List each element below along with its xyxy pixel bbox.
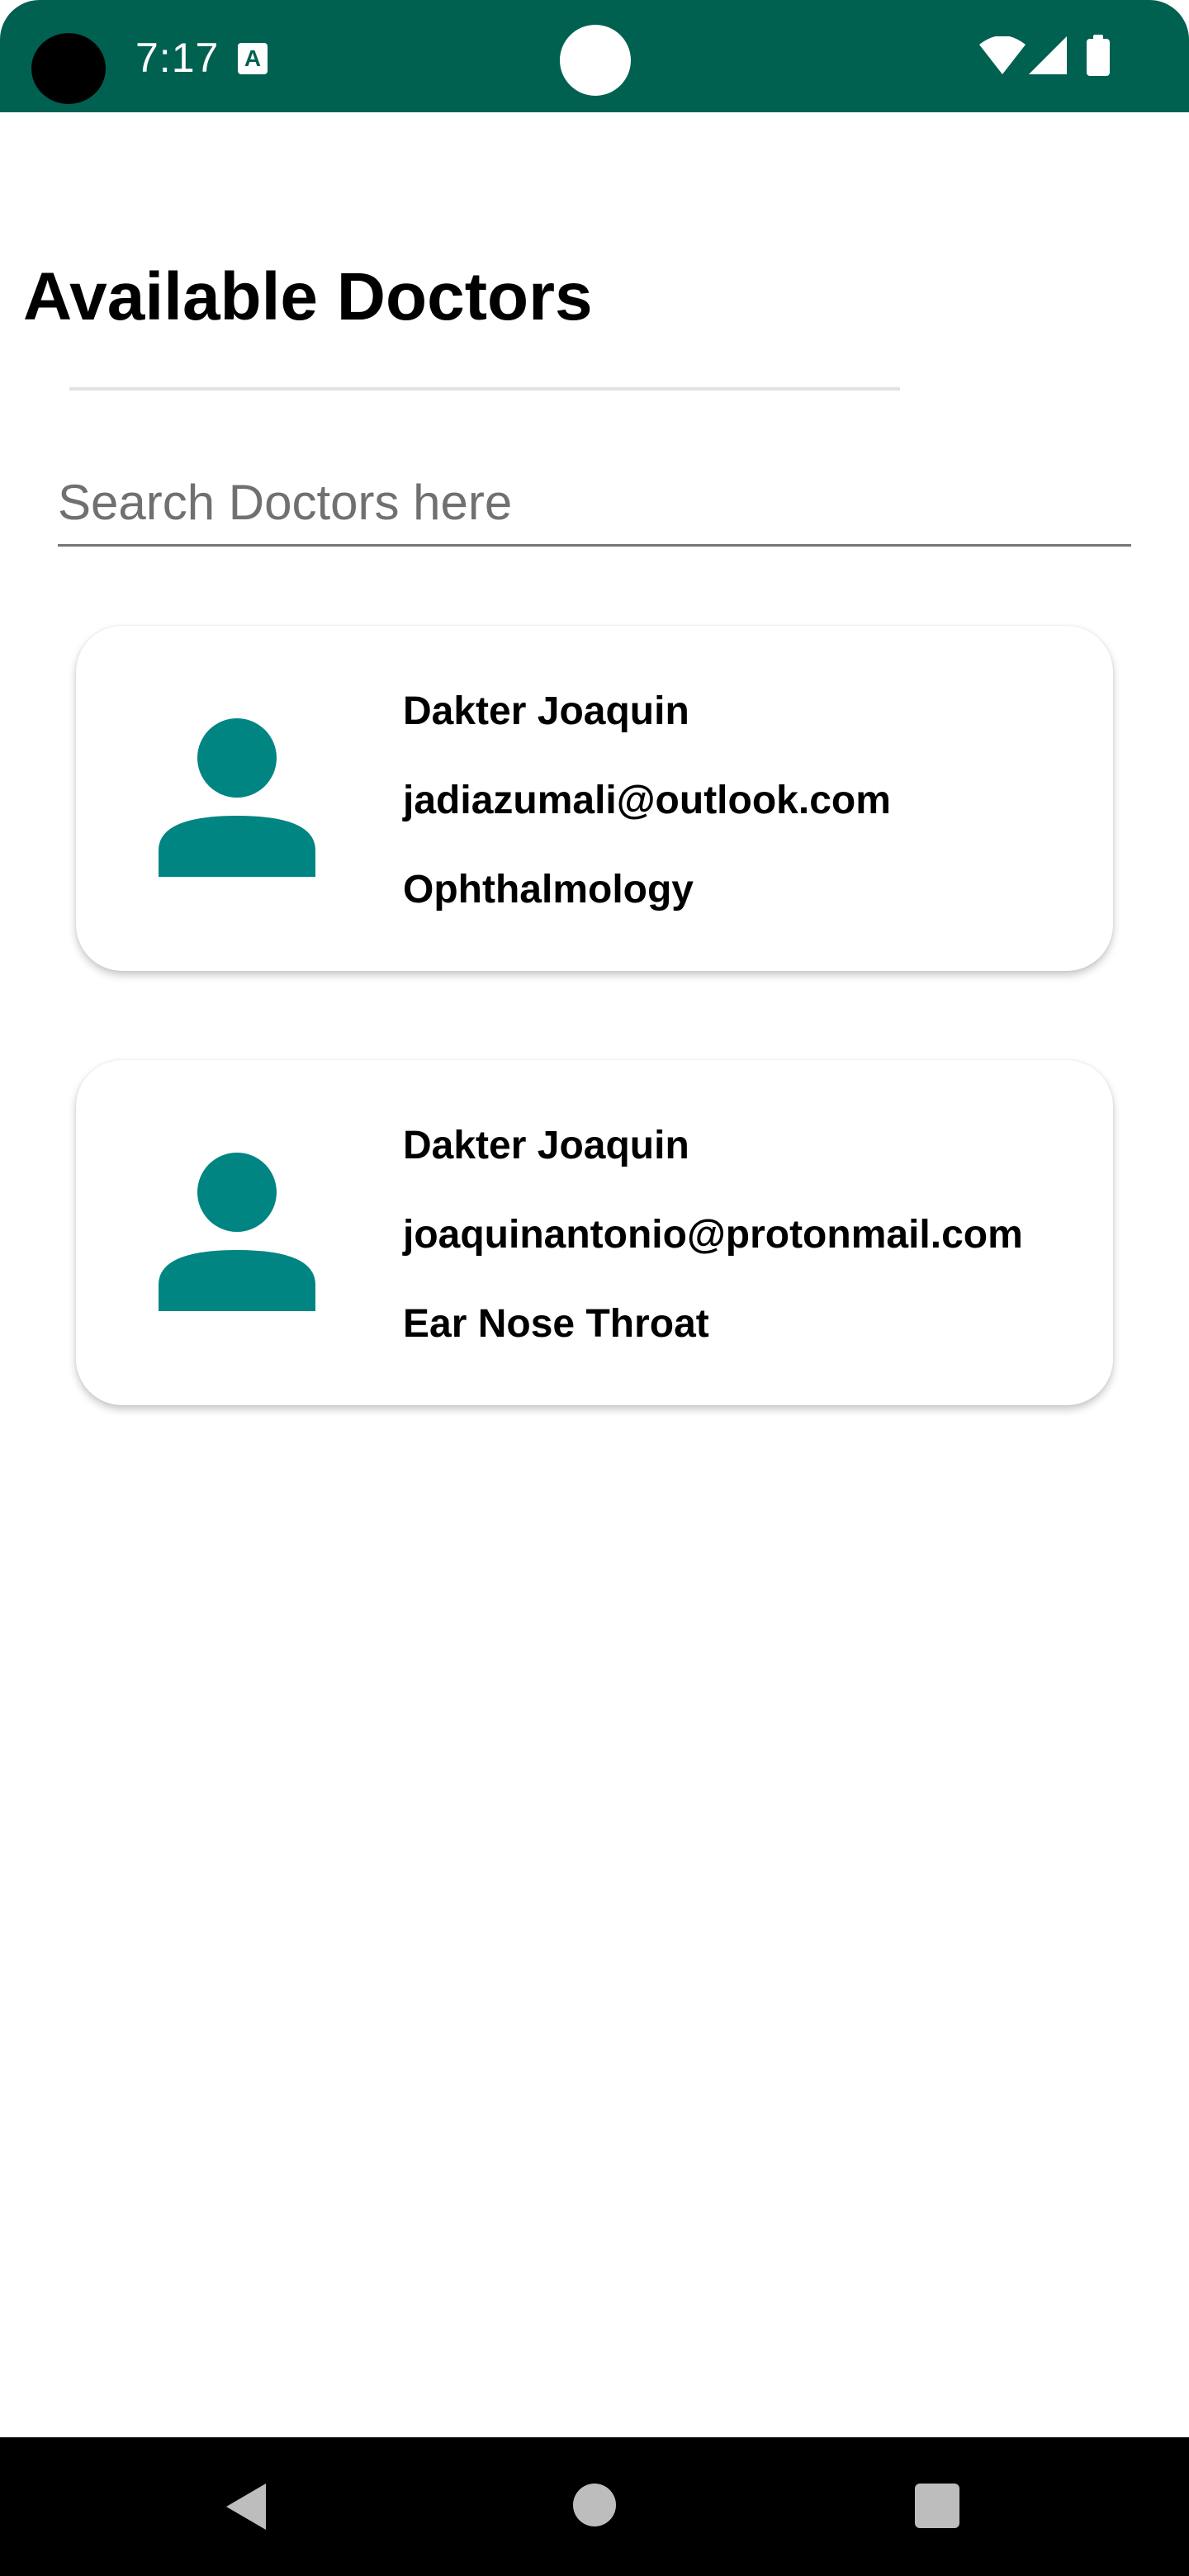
navigation-bar [0, 2437, 1189, 2576]
text-notification-icon: A [238, 43, 268, 74]
doctor-card[interactable]: Dakter Joaquin joaquinantonio@protonmail… [76, 1060, 1113, 1405]
doctor-email: joaquinantonio@protonmail.com [403, 1213, 1023, 1257]
front-sensor [560, 25, 631, 96]
status-bar: 7:17 A [0, 0, 1189, 112]
doctor-specialty: Ophthalmology [403, 868, 694, 912]
status-time: 7:17 [135, 35, 220, 81]
doctor-email: jadiazumali@outlook.com [403, 779, 891, 822]
doctor-card[interactable]: Dakter Joaquin jadiazumali@outlook.com O… [76, 626, 1113, 971]
cellular-signal-icon [1029, 36, 1067, 74]
search-input[interactable] [58, 469, 1131, 547]
person-icon [159, 718, 315, 877]
home-icon[interactable] [573, 2484, 616, 2526]
back-icon[interactable] [223, 2482, 272, 2531]
doctor-specialty: Ear Nose Throat [403, 1302, 709, 1346]
title-divider [69, 387, 900, 391]
doctor-name: Dakter Joaquin [403, 1124, 689, 1167]
page-title: Available Doctors [23, 259, 593, 334]
recents-icon[interactable] [915, 2484, 959, 2528]
wifi-icon [979, 36, 1026, 74]
doctor-name: Dakter Joaquin [403, 689, 689, 733]
battery-icon [1087, 35, 1110, 76]
camera-cutout [31, 33, 106, 104]
person-icon [159, 1153, 315, 1311]
